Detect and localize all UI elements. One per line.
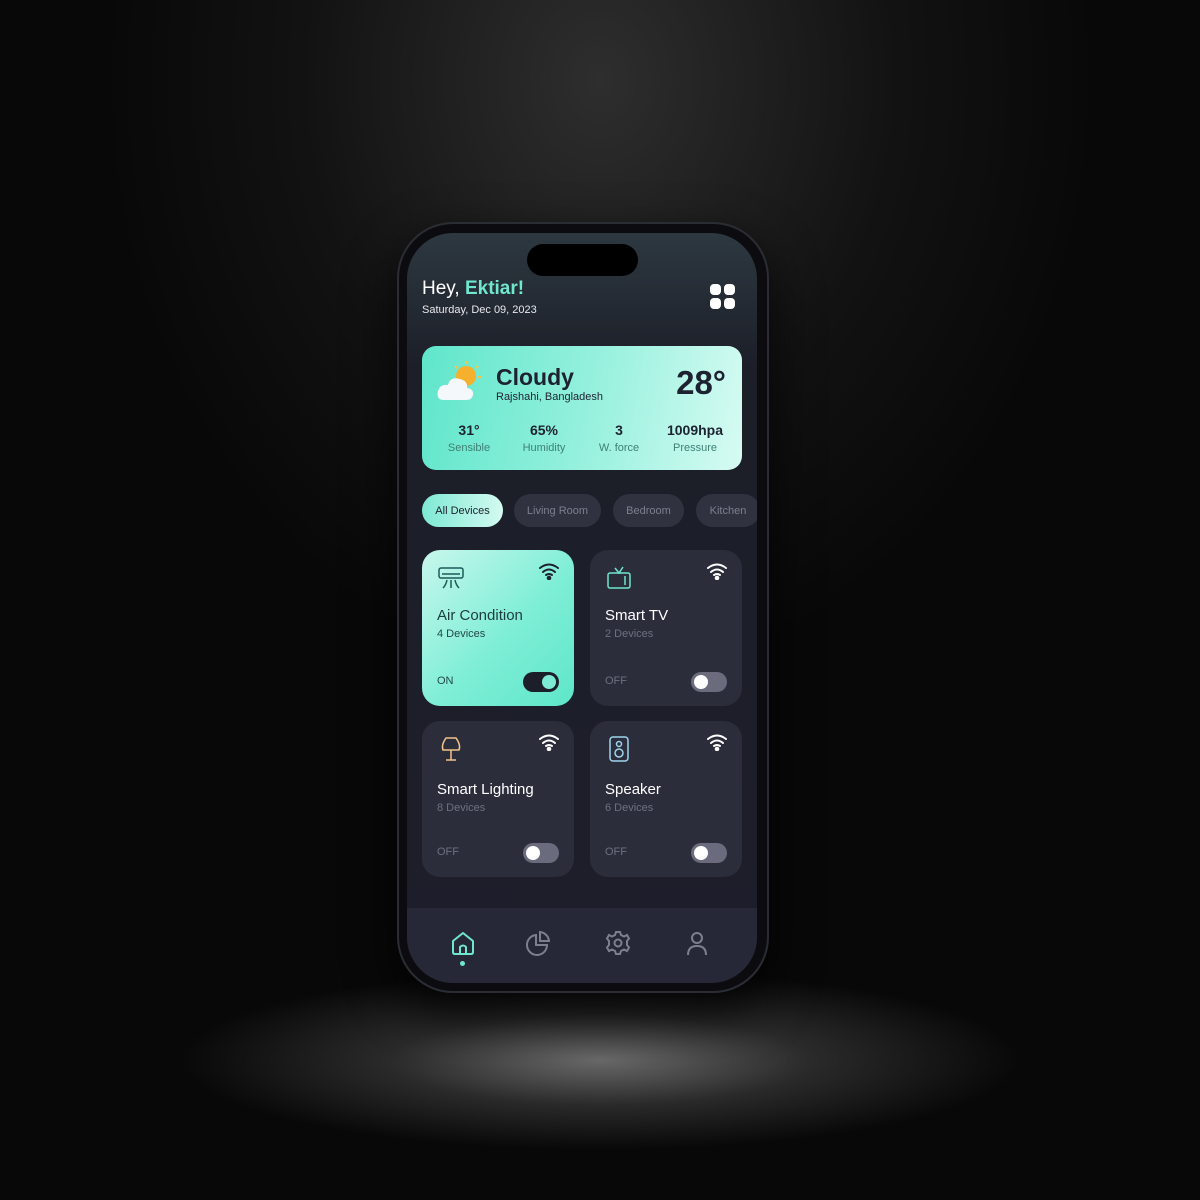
wifi-icon — [539, 563, 559, 580]
wifi-icon — [539, 734, 559, 751]
filter-bedroom[interactable]: Bedroom — [613, 494, 684, 527]
bottom-nav — [407, 908, 757, 983]
power-toggle[interactable] — [523, 672, 559, 692]
stat-wind-force: 3 W. force — [598, 422, 640, 454]
user-name: Ektiar! — [464, 278, 525, 299]
phone-screen: Hey, Ektiar! Saturday, Dec 09, 2023 Clou… — [407, 233, 757, 983]
filter-kitchen[interactable]: Kitchen — [696, 494, 757, 527]
stat-humidity: 65% Humidity — [522, 422, 566, 454]
chart-icon[interactable] — [525, 930, 551, 956]
weather-card: Cloudy Rajshahi, Bangladesh 28° 31° Sensi… — [422, 346, 742, 470]
dynamic-island — [527, 244, 638, 276]
device-count: 2 Devices — [605, 628, 654, 640]
device-card-speaker[interactable]: Speaker 6 Devices OFF — [590, 721, 742, 877]
home-icon[interactable] — [450, 930, 476, 956]
power-toggle[interactable] — [523, 843, 559, 863]
speaker-icon — [609, 736, 629, 762]
device-name: Smart Lighting — [437, 781, 534, 798]
wifi-icon — [707, 734, 727, 751]
stat-pressure: 1009hpa Pressure — [666, 422, 724, 454]
cloud-sun-icon — [437, 361, 481, 400]
device-state: OFF — [437, 846, 459, 858]
power-toggle[interactable] — [691, 843, 727, 863]
wifi-icon — [707, 563, 727, 580]
device-state: ON — [437, 675, 454, 687]
device-count: 6 Devices — [605, 802, 654, 814]
device-name: Air Condition — [437, 607, 523, 624]
device-state: OFF — [605, 675, 627, 687]
settings-icon[interactable] — [605, 930, 631, 956]
device-card-air-condition[interactable]: Air Condition 4 Devices ON — [422, 550, 574, 706]
lamp-icon — [441, 737, 461, 761]
profile-icon[interactable] — [684, 930, 710, 956]
weather-condition: Cloudy — [496, 364, 574, 390]
power-toggle[interactable] — [691, 672, 727, 692]
date: Saturday, Dec 09, 2023 — [422, 304, 537, 316]
device-card-smart-lighting[interactable]: Smart Lighting 8 Devices OFF — [422, 721, 574, 877]
tv-icon — [607, 566, 631, 589]
filter-all-devices[interactable]: All Devices — [422, 494, 503, 527]
menu-grid-icon[interactable] — [710, 284, 735, 309]
device-card-smart-tv[interactable]: Smart TV 2 Devices OFF — [590, 550, 742, 706]
greeting: Hey, Ektiar! — [422, 278, 524, 300]
weather-temperature: 28° — [676, 364, 726, 401]
greeting-text: Hey, — [422, 278, 460, 299]
stat-sensible: 31° Sensible — [447, 422, 491, 454]
weather-location: Rajshahi, Bangladesh — [496, 391, 604, 403]
filter-living-room[interactable]: Living Room — [514, 494, 601, 527]
device-count: 8 Devices — [437, 802, 486, 814]
air-conditioner-icon — [438, 567, 464, 589]
device-count: 4 Devices — [437, 628, 486, 640]
device-name: Smart TV — [605, 607, 669, 624]
device-state: OFF — [605, 846, 627, 858]
device-name: Speaker — [605, 781, 661, 798]
active-indicator — [460, 961, 465, 966]
